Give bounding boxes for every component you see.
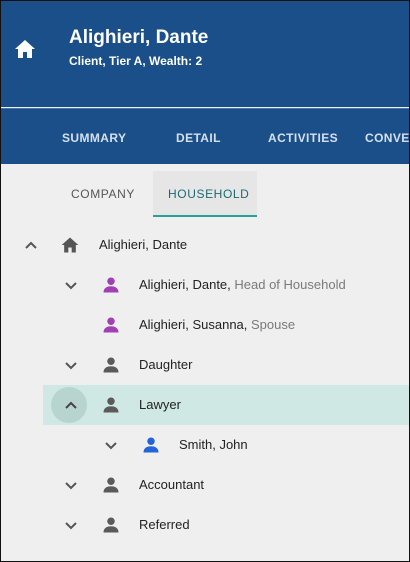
chevron-down-icon[interactable] bbox=[61, 475, 81, 495]
home-button[interactable] bbox=[13, 37, 37, 61]
tree-label: Accountant bbox=[139, 477, 205, 492]
tree-label: Referred bbox=[139, 517, 190, 532]
main-nav: SUMMARY DETAIL ACTIVITIES CONVER bbox=[1, 108, 409, 164]
tree-row-group-selected[interactable]: Lawyer bbox=[1, 385, 409, 425]
tree-row-member[interactable]: Alighieri, Dante, Head of Household bbox=[1, 265, 409, 305]
home-icon bbox=[15, 40, 35, 58]
tree-label: Alighieri, Dante, Head of Household bbox=[139, 277, 346, 292]
person-icon bbox=[103, 357, 119, 373]
tree-row-group[interactable]: Referred bbox=[1, 505, 409, 545]
chevron-up-icon[interactable] bbox=[21, 235, 41, 255]
tree-label: Daughter bbox=[139, 357, 193, 372]
record-title: Alighieri, Dante bbox=[69, 27, 209, 48]
subtab-indicator bbox=[153, 215, 257, 217]
chevron-down-icon[interactable] bbox=[101, 435, 121, 455]
subtab-company[interactable]: COMPANY bbox=[71, 187, 135, 201]
chevron-up-icon[interactable] bbox=[61, 395, 81, 415]
person-icon bbox=[103, 317, 119, 333]
subtab-household[interactable]: HOUSEHOLD bbox=[168, 187, 249, 201]
tree-label: Lawyer bbox=[139, 397, 181, 412]
person-icon bbox=[103, 517, 119, 533]
chevron-down-icon[interactable] bbox=[61, 515, 81, 535]
person-icon bbox=[103, 397, 119, 413]
person-icon bbox=[103, 277, 119, 293]
selection-highlight bbox=[43, 385, 409, 425]
tree-row-group[interactable]: Accountant bbox=[1, 465, 409, 505]
app-frame: Alighieri, Dante Client, Tier A, Wealth:… bbox=[0, 0, 410, 562]
tree-row-household[interactable]: Alighieri, Dante bbox=[1, 225, 409, 265]
tab-summary[interactable]: SUMMARY bbox=[62, 131, 126, 145]
chevron-down-icon[interactable] bbox=[61, 355, 81, 375]
tree-row-group[interactable]: Daughter bbox=[1, 345, 409, 385]
record-subtitle: Client, Tier A, Wealth: 2 bbox=[69, 54, 203, 68]
tree-row-member[interactable]: Alighieri, Susanna, Spouse bbox=[1, 305, 409, 345]
tree-label: Alighieri, Susanna, Spouse bbox=[139, 317, 296, 332]
tree-label: Alighieri, Dante bbox=[99, 237, 188, 252]
record-header: Alighieri, Dante Client, Tier A, Wealth:… bbox=[1, 1, 409, 107]
tab-activities[interactable]: ACTIVITIES bbox=[268, 131, 338, 145]
member-role: Spouse bbox=[251, 317, 296, 332]
home-icon bbox=[61, 237, 79, 253]
person-icon bbox=[103, 477, 119, 493]
tab-conversations[interactable]: CONVER bbox=[365, 131, 409, 145]
chevron-down-icon[interactable] bbox=[61, 275, 81, 295]
tree-label: Smith, John bbox=[179, 437, 248, 452]
tree-row-contact[interactable]: Smith, John bbox=[1, 425, 409, 465]
tab-detail[interactable]: DETAIL bbox=[176, 131, 221, 145]
person-icon bbox=[143, 437, 159, 453]
member-role: Head of Household bbox=[234, 277, 346, 292]
